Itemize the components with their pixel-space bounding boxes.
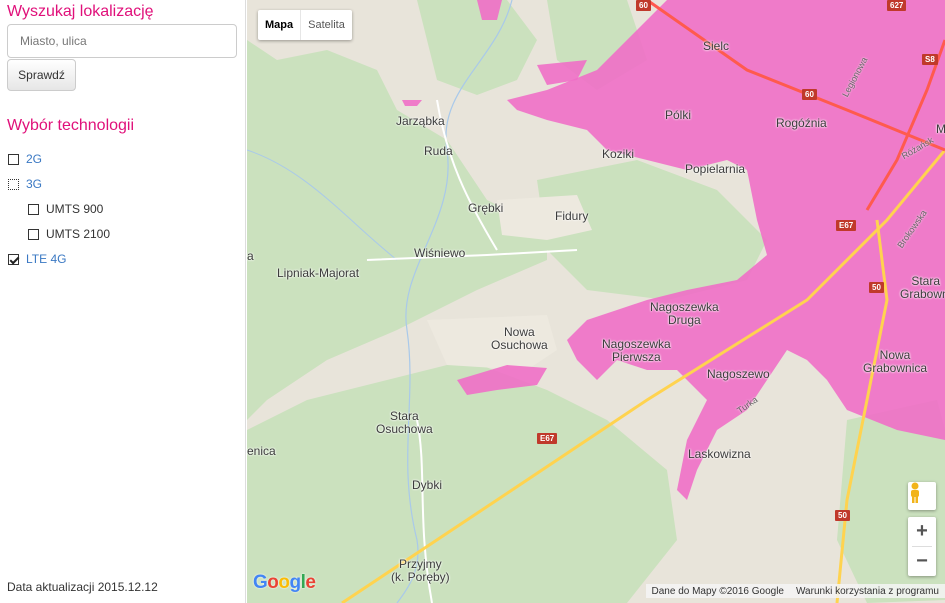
check-button[interactable]: Sprawdź [7, 59, 76, 91]
place-label: Nowa Osuchowa [491, 325, 548, 352]
checkbox-3g[interactable] [8, 178, 19, 190]
tech-label-2g[interactable]: 2G [26, 152, 42, 166]
road-shield: E67 [836, 220, 857, 231]
place-label: Nowa Grabownica [863, 348, 928, 375]
checkbox-lte-4g[interactable] [8, 253, 19, 265]
place-label: a [247, 249, 254, 263]
road-shield: 50 [835, 510, 850, 521]
place-label: Przyjmy (k. Poręby) [391, 557, 450, 584]
logo-letter: o [278, 572, 290, 593]
tech-label-umts-900[interactable]: UMTS 900 [46, 202, 103, 216]
tech-option-umts-900[interactable]: UMTS 900 [28, 202, 103, 216]
place-label: Lipniak-Majorat [277, 266, 360, 280]
place-label: Koziki [602, 147, 635, 161]
place-label: Dybki [412, 478, 443, 492]
sidebar: Wyszukaj lokalizację Sprawdź Wybór techn… [0, 0, 246, 603]
update-date: Data aktualizacji 2015.12.12 [7, 580, 158, 594]
street-view-pegman[interactable] [908, 482, 936, 510]
tech-label-lte-4g[interactable]: LTE 4G [26, 252, 66, 266]
forest-area [247, 360, 677, 603]
tech-option-2g[interactable]: 2G [8, 152, 42, 166]
place-label: Pólki [665, 108, 692, 122]
place-label: Sielc [703, 39, 730, 53]
logo-letter: o [267, 572, 279, 593]
tech-option-lte-4g[interactable]: LTE 4G [8, 252, 66, 266]
logo-letter: g [289, 572, 302, 593]
map-type-control: Mapa Satelita [258, 10, 352, 40]
place-label: enica [247, 444, 276, 458]
map-canvas[interactable]: Mapa Satelita Sielc Pólki Rogóźnia Jarzą… [247, 0, 945, 603]
place-label: Grębki [468, 201, 504, 215]
tech-label-3g[interactable]: 3G [26, 177, 42, 191]
forest-area [417, 0, 537, 95]
map-attribution: Dane do Mapy ©2016 Google Warunki korzys… [645, 584, 945, 598]
checkbox-umts-900[interactable] [28, 203, 39, 215]
map-data-credit[interactable]: Dane do Mapy ©2016 Google [646, 586, 790, 597]
lte-coverage-area [402, 100, 422, 106]
road-shield: S8 [922, 54, 938, 65]
map-type-satellite-button[interactable]: Satelita [301, 10, 352, 40]
google-logo[interactable]: Google [253, 572, 316, 594]
checkbox-umts-2100[interactable] [28, 228, 39, 240]
tech-label-umts-2100[interactable]: UMTS 2100 [46, 227, 110, 241]
road-shield: 60 [636, 0, 651, 11]
place-label: Stara Grabowni [900, 274, 945, 301]
zoom-out-button[interactable]: − [908, 547, 936, 576]
road-shield: 60 [802, 89, 817, 100]
search-input[interactable] [7, 24, 237, 58]
search-heading: Wyszukaj lokalizację [7, 3, 154, 20]
tech-option-3g[interactable]: 3G [8, 177, 42, 191]
road-shield: 50 [869, 282, 884, 293]
place-label: Nagoszewka Pierwsza [602, 337, 671, 364]
place-label: Stara Osuchowa [376, 409, 433, 436]
place-label: Laskowizna [688, 447, 751, 461]
place-label: Ruda [424, 144, 453, 158]
terms-link[interactable]: Warunki korzystania z programu [790, 586, 945, 597]
place-label: Fidury [555, 209, 589, 223]
road-shield: 627 [887, 0, 907, 11]
checkbox-2g[interactable] [8, 153, 19, 165]
pegman-icon [911, 482, 919, 503]
place-label: Nagoszewka Druga [650, 300, 719, 327]
place-label: Rogóźnia [776, 116, 827, 130]
logo-letter: e [305, 572, 316, 593]
place-label: Wiśniewo [414, 246, 466, 260]
logo-letter: G [253, 572, 268, 593]
place-label: M [936, 122, 945, 136]
zoom-in-button[interactable]: + [908, 517, 936, 546]
place-label: Jarząbka [396, 114, 445, 128]
road-shield: E67 [537, 433, 558, 444]
place-label: Popielarnia [685, 162, 746, 176]
zoom-control: + − [908, 517, 936, 576]
map-type-map-button[interactable]: Mapa [258, 10, 302, 40]
tech-option-umts-2100[interactable]: UMTS 2100 [28, 227, 110, 241]
technology-heading: Wybór technologii [7, 117, 135, 134]
place-label: Nagoszewo [707, 367, 770, 381]
